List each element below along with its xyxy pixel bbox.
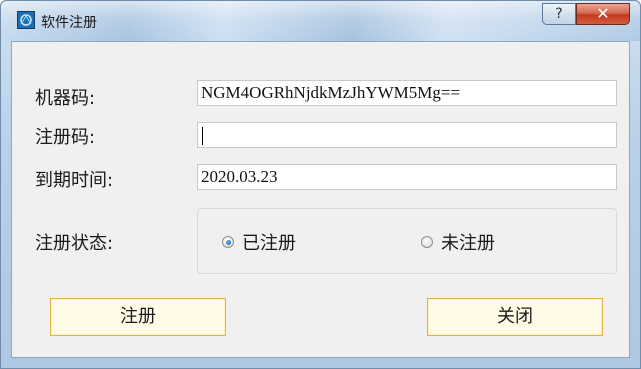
register-button-label: 注册	[120, 306, 156, 327]
registration-code-label: 注册码:	[35, 127, 96, 148]
window-title: 软件注册	[41, 15, 97, 31]
dialog-body: 机器码: NGM4OGRhNjdkMzJhYWM5Mg== 注册码: 到期时间:…	[11, 41, 630, 358]
registration-dialog: 软件注册 ? ✕ 机器码: NGM4OGRhNjdkMzJhYWM5Mg== 注…	[0, 0, 641, 369]
window-close-button[interactable]: ✕	[576, 3, 630, 25]
status-unregistered-label: 未注册	[441, 233, 495, 254]
machine-code-value: NGM4OGRhNjdkMzJhYWM5Mg==	[201, 83, 461, 102]
help-button[interactable]: ?	[542, 3, 576, 25]
status-registered-label: 已注册	[242, 233, 296, 254]
register-button[interactable]: 注册	[50, 298, 226, 336]
status-label: 注册状态:	[35, 233, 114, 254]
help-icon: ?	[555, 6, 563, 22]
close-icon: ✕	[596, 4, 610, 23]
machine-code-label: 机器码:	[35, 88, 96, 109]
radio-checked-icon[interactable]	[222, 236, 234, 248]
registration-code-input[interactable]	[197, 122, 617, 148]
title-bar[interactable]: 软件注册 ? ✕	[1, 1, 640, 41]
close-button-label: 关闭	[497, 306, 533, 327]
close-button[interactable]: 关闭	[427, 298, 603, 336]
expiry-label: 到期时间:	[35, 170, 114, 191]
app-icon	[17, 11, 35, 29]
status-registered-option[interactable]: 已注册	[222, 231, 296, 254]
machine-code-field[interactable]: NGM4OGRhNjdkMzJhYWM5Mg==	[197, 80, 617, 106]
status-unregistered-option[interactable]: 未注册	[421, 231, 495, 254]
text-caret	[202, 127, 203, 146]
expiry-field[interactable]: 2020.03.23	[197, 164, 617, 190]
status-radio-group: 已注册 未注册	[197, 208, 617, 274]
expiry-value: 2020.03.23	[201, 167, 278, 186]
radio-unchecked-icon[interactable]	[421, 236, 433, 248]
